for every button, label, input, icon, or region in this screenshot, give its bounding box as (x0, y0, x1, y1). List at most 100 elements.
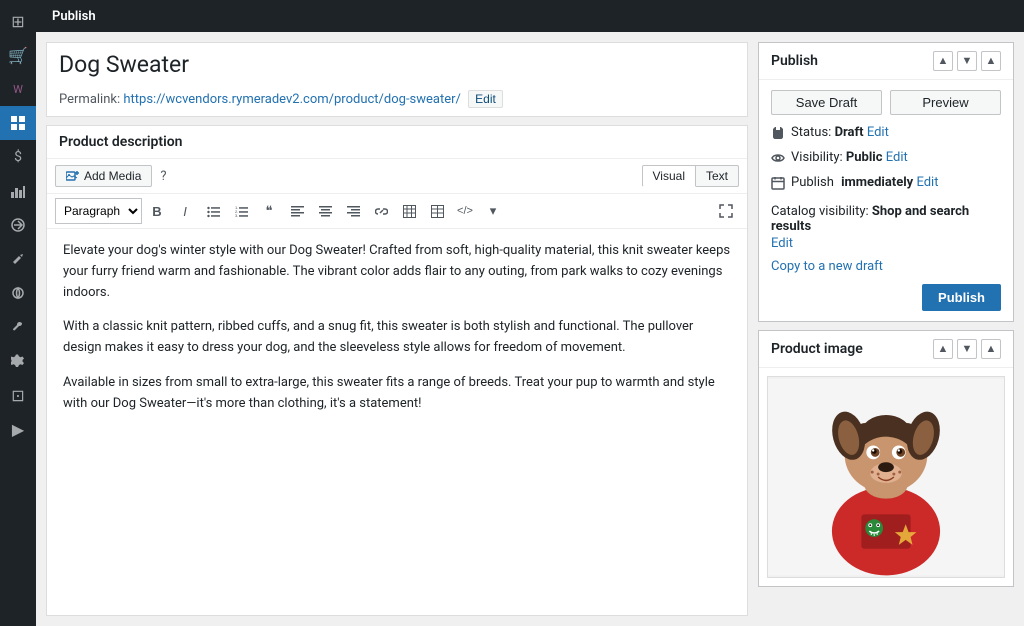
status-row: Status: Draft Edit (771, 125, 1001, 144)
appearance-icon[interactable] (0, 276, 36, 310)
unordered-list-button[interactable] (200, 198, 226, 224)
blocks-icon[interactable]: ⊡ (0, 378, 36, 412)
paragraph-1: Elevate your dog's winter style with our… (63, 241, 731, 303)
tab-text[interactable]: Text (696, 165, 739, 187)
publish-panel: Publish ▲ ▼ ▲ Save Draft Preview (758, 42, 1014, 322)
ordered-list-button[interactable]: 1.2.3. (228, 198, 254, 224)
publish-panel-body: Save Draft Preview Status: Draft (759, 80, 1013, 321)
tools-icon[interactable] (0, 310, 36, 344)
analytics-icon[interactable] (0, 174, 36, 208)
content-wrapper: Permalink: https://wcvendors.rymeradev2.… (36, 32, 1024, 626)
woo-icon[interactable]: W (0, 72, 36, 106)
dog-image-svg (768, 377, 1004, 577)
publish-footer: Publish (771, 284, 1001, 311)
product-desc-header: Product description (47, 126, 747, 159)
publish-time-value: immediately (841, 175, 913, 190)
marketing-icon[interactable] (0, 208, 36, 242)
status-edit-link[interactable]: Edit (867, 125, 889, 140)
product-image-panel-toggle-button[interactable]: ▲ (981, 339, 1001, 359)
title-section: Permalink: https://wcvendors.rymeradev2.… (46, 42, 748, 117)
permalink: Permalink: https://wcvendors.rymeradev2.… (47, 86, 747, 116)
align-center-button[interactable] (312, 198, 338, 224)
product-image-panel-title: Product image (771, 341, 933, 357)
publish-panel-header: Publish ▲ ▼ ▲ (759, 43, 1013, 80)
editor-formatting-toolbar: Paragraph B I 1.2.3. ❝ (47, 194, 747, 229)
permalink-label: Permalink: (59, 92, 120, 107)
catalog-visibility-edit-link[interactable]: Edit (771, 236, 793, 251)
permalink-url[interactable]: https://wcvendors.rymeradev2.com/product… (123, 92, 461, 107)
italic-button[interactable]: I (172, 198, 198, 224)
products-icon[interactable] (0, 106, 36, 140)
align-left-button[interactable] (284, 198, 310, 224)
product-image-panel-header: Product image ▲ ▼ ▲ (759, 331, 1013, 368)
status-label: Status: Draft Edit (791, 125, 889, 140)
admin-sidebar: ⊞ 🛒 W $ ⊡ ▶ (0, 0, 36, 626)
visibility-label: Visibility: Public Edit (791, 150, 908, 165)
bold-button[interactable]: B (144, 198, 170, 224)
visibility-edit-link[interactable]: Edit (886, 150, 908, 165)
top-bar: Publish (36, 0, 1024, 32)
format-select[interactable]: Paragraph (55, 198, 142, 224)
customize-icon[interactable] (0, 242, 36, 276)
status-label-text: Status: (791, 125, 831, 140)
permalink-edit-button[interactable]: Edit (468, 90, 503, 108)
align-right-button[interactable] (340, 198, 366, 224)
catalog-visibility-label: Catalog visibility: (771, 204, 869, 219)
catalog-visibility: Catalog visibility: Shop and search resu… (771, 204, 1001, 251)
help-icon: ? (160, 169, 166, 184)
copy-draft-link[interactable]: Copy to a new draft (771, 259, 883, 274)
add-media-label: Add Media (84, 169, 141, 183)
product-image-container[interactable] (767, 376, 1005, 578)
publish-meta: Status: Draft Edit Visibility: (771, 125, 1001, 194)
publish-panel-controls: ▲ ▼ ▲ (933, 51, 1001, 71)
product-image (768, 377, 1004, 577)
tab-visual[interactable]: Visual (642, 165, 696, 187)
settings-icon[interactable] (0, 344, 36, 378)
product-image-panel-body (759, 368, 1013, 586)
top-bar-title: Publish (44, 9, 104, 24)
visibility-value: Public (846, 150, 883, 165)
link-button[interactable] (368, 198, 394, 224)
panel-toggle-button[interactable]: ▲ (981, 51, 1001, 71)
product-image-panel-up-button[interactable]: ▲ (933, 339, 953, 359)
product-image-panel-down-button[interactable]: ▼ (957, 339, 977, 359)
visibility-label-text: Visibility: (791, 150, 843, 165)
insert-table-button[interactable] (396, 198, 422, 224)
panel-collapse-up-button[interactable]: ▲ (933, 51, 953, 71)
fullscreen-button[interactable] (713, 198, 739, 224)
editor-area: Permalink: https://wcvendors.rymeradev2.… (46, 42, 748, 616)
editor-content[interactable]: Elevate your dog's winter style with our… (47, 229, 747, 427)
post-title-input[interactable] (47, 43, 747, 86)
dashboard-icon[interactable]: ⊞ (0, 4, 36, 38)
main-area: Publish Permalink: https://wcvendors.rym… (36, 0, 1024, 626)
product-description-box: Product description Add Media ? Visual T… (46, 125, 748, 616)
save-draft-button[interactable]: Save Draft (771, 90, 882, 115)
panel-collapse-down-button[interactable]: ▼ (957, 51, 977, 71)
svg-text:3.: 3. (235, 213, 238, 218)
payments-icon[interactable]: $ (0, 140, 36, 174)
publish-time-label: Publish immediately Edit (791, 175, 938, 190)
status-value: Draft (835, 125, 864, 140)
code-button[interactable]: </> (452, 198, 478, 224)
editor-toolbar-top: Add Media ? Visual Text (47, 159, 747, 194)
insert-column-button[interactable] (424, 198, 450, 224)
play-icon[interactable]: ▶ (0, 412, 36, 446)
publish-actions: Save Draft Preview (771, 90, 1001, 115)
visibility-icon (771, 151, 785, 169)
publish-time-row: Publish immediately Edit (771, 175, 1001, 194)
more-button[interactable]: ▾ (480, 198, 506, 224)
publish-time-label-text: Publish (791, 175, 834, 190)
visibility-row: Visibility: Public Edit (771, 150, 1001, 169)
publish-time-edit-link[interactable]: Edit (916, 175, 938, 190)
paragraph-2: With a classic knit pattern, ribbed cuff… (63, 317, 731, 359)
publish-panel-title: Publish (771, 53, 933, 69)
blockquote-button[interactable]: ❝ (256, 198, 282, 224)
status-icon (771, 126, 785, 144)
visual-text-tabs: Visual Text (642, 165, 739, 187)
preview-button[interactable]: Preview (890, 90, 1001, 115)
publish-button[interactable]: Publish (922, 284, 1001, 311)
add-media-button[interactable]: Add Media (55, 165, 152, 187)
publish-time-icon (771, 176, 785, 194)
orders-icon[interactable]: 🛒 (0, 38, 36, 72)
copy-draft-container: Copy to a new draft (771, 259, 1001, 284)
